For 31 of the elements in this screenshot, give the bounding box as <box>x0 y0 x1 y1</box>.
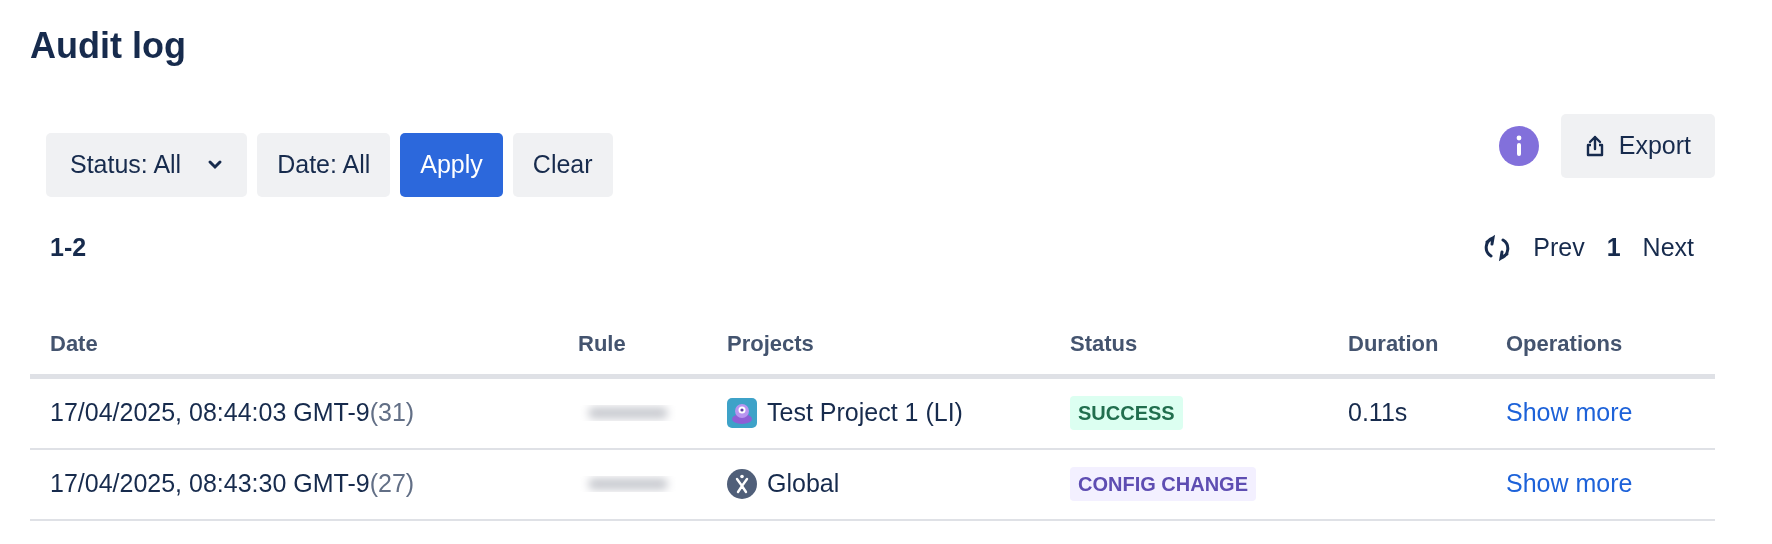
show-more-link[interactable]: Show more <box>1506 469 1633 498</box>
filter-button[interactable]: Date: All <box>257 133 391 197</box>
filter-button[interactable]: Apply <box>400 133 503 197</box>
next-button[interactable]: Next <box>1642 229 1694 267</box>
status-badge: SUCCESS <box>1070 396 1183 430</box>
export-button[interactable]: Export <box>1560 114 1715 178</box>
date-cell: 17/04/2025, 08:43:30 GMT-9(27) <box>50 469 415 498</box>
globe-person-icon <box>727 469 757 499</box>
share-icon <box>1584 134 1605 158</box>
status-badge: CONFIG CHANGE <box>1070 467 1256 501</box>
column-header: Rule <box>578 330 626 356</box>
column-header: Duration <box>1348 330 1439 356</box>
column-header: Operations <box>1506 330 1623 356</box>
result-range: 1-2 <box>50 232 87 263</box>
filter-button[interactable]: Clear <box>512 133 613 197</box>
page-number[interactable]: 1 <box>1606 229 1621 267</box>
column-header: Date <box>50 330 98 356</box>
duration-cell: 0.11s <box>1348 398 1408 427</box>
status-dropdown[interactable]: Status: All <box>46 133 248 197</box>
chevron-down-icon <box>207 159 224 171</box>
project-name: Global <box>767 468 840 500</box>
page-title: Audit log <box>30 24 186 68</box>
project-name: Test Project 1 (LI) <box>767 397 963 429</box>
show-more-link[interactable]: Show more <box>1506 398 1633 427</box>
refresh-icon[interactable] <box>1483 233 1512 262</box>
column-header: Status <box>1070 330 1138 356</box>
info-icon[interactable] <box>1498 126 1539 166</box>
column-header: Projects <box>727 330 814 356</box>
alien-avatar-icon <box>727 398 757 428</box>
prev-button[interactable]: Prev <box>1533 229 1585 267</box>
date-cell: 17/04/2025, 08:44:03 GMT-9(31) <box>50 398 415 427</box>
